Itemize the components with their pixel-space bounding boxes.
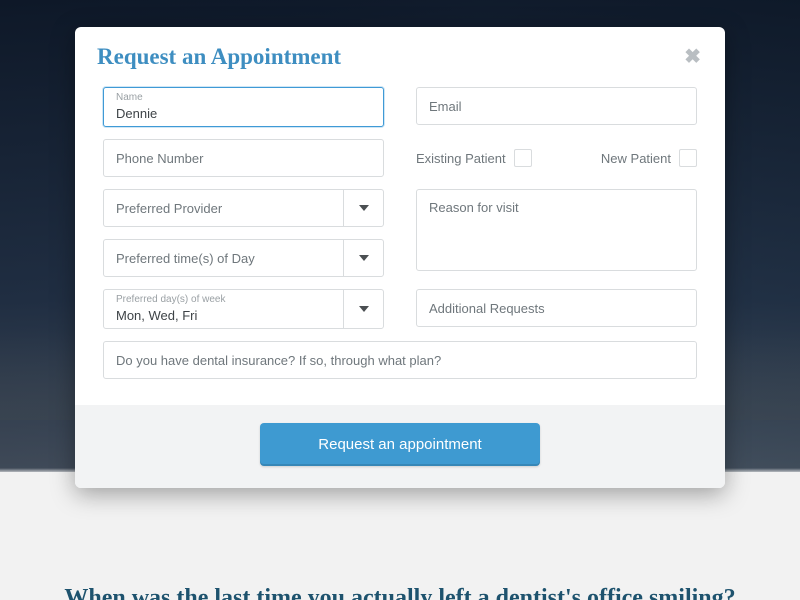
preferred-days-label: Preferred day(s) of week xyxy=(116,294,226,305)
insurance-field[interactable]: Do you have dental insurance? If so, thr… xyxy=(103,341,697,379)
phone-placeholder: Phone Number xyxy=(116,151,203,166)
chevron-down-icon xyxy=(343,290,383,328)
modal-footer: Request an appointment xyxy=(75,405,725,488)
request-appointment-button[interactable]: Request an appointment xyxy=(260,423,539,466)
preferred-days-select[interactable]: Preferred day(s) of week Mon, Wed, Fri xyxy=(103,289,384,329)
additional-requests-placeholder: Additional Requests xyxy=(429,301,545,316)
modal-body: Name Email Phone Number Existing Patient xyxy=(75,85,725,405)
name-field[interactable]: Name xyxy=(103,87,384,127)
preferred-provider-select[interactable]: Preferred Provider xyxy=(103,189,384,227)
chevron-down-icon xyxy=(343,190,383,226)
phone-field[interactable]: Phone Number xyxy=(103,139,384,177)
reason-field[interactable]: Reason for visit xyxy=(416,189,697,271)
email-field[interactable]: Email xyxy=(416,87,697,125)
chevron-down-icon xyxy=(343,240,383,276)
preferred-time-select[interactable]: Preferred time(s) of Day xyxy=(103,239,384,277)
appointment-modal: Request an Appointment ✖ Name Email Phon… xyxy=(75,27,725,488)
new-patient-checkbox[interactable] xyxy=(679,149,697,167)
existing-patient-checkbox[interactable] xyxy=(514,149,532,167)
page-teaser-text: When was the last time you actually left… xyxy=(64,585,735,600)
new-patient-label: New Patient xyxy=(601,151,671,166)
close-icon[interactable]: ✖ xyxy=(680,43,705,71)
name-label: Name xyxy=(116,92,143,103)
insurance-placeholder: Do you have dental insurance? If so, thr… xyxy=(116,353,441,368)
modal-header: Request an Appointment ✖ xyxy=(75,27,725,85)
existing-patient-label: Existing Patient xyxy=(416,151,506,166)
additional-requests-field[interactable]: Additional Requests xyxy=(416,289,697,327)
preferred-provider-placeholder: Preferred Provider xyxy=(116,201,222,216)
name-input[interactable] xyxy=(116,94,371,121)
modal-title: Request an Appointment xyxy=(97,44,341,70)
patient-type-row: Existing Patient New Patient xyxy=(416,139,697,177)
email-placeholder: Email xyxy=(429,99,462,114)
page-teaser: When was the last time you actually left… xyxy=(0,472,800,600)
preferred-time-placeholder: Preferred time(s) of Day xyxy=(116,251,255,266)
reason-placeholder: Reason for visit xyxy=(429,200,519,215)
